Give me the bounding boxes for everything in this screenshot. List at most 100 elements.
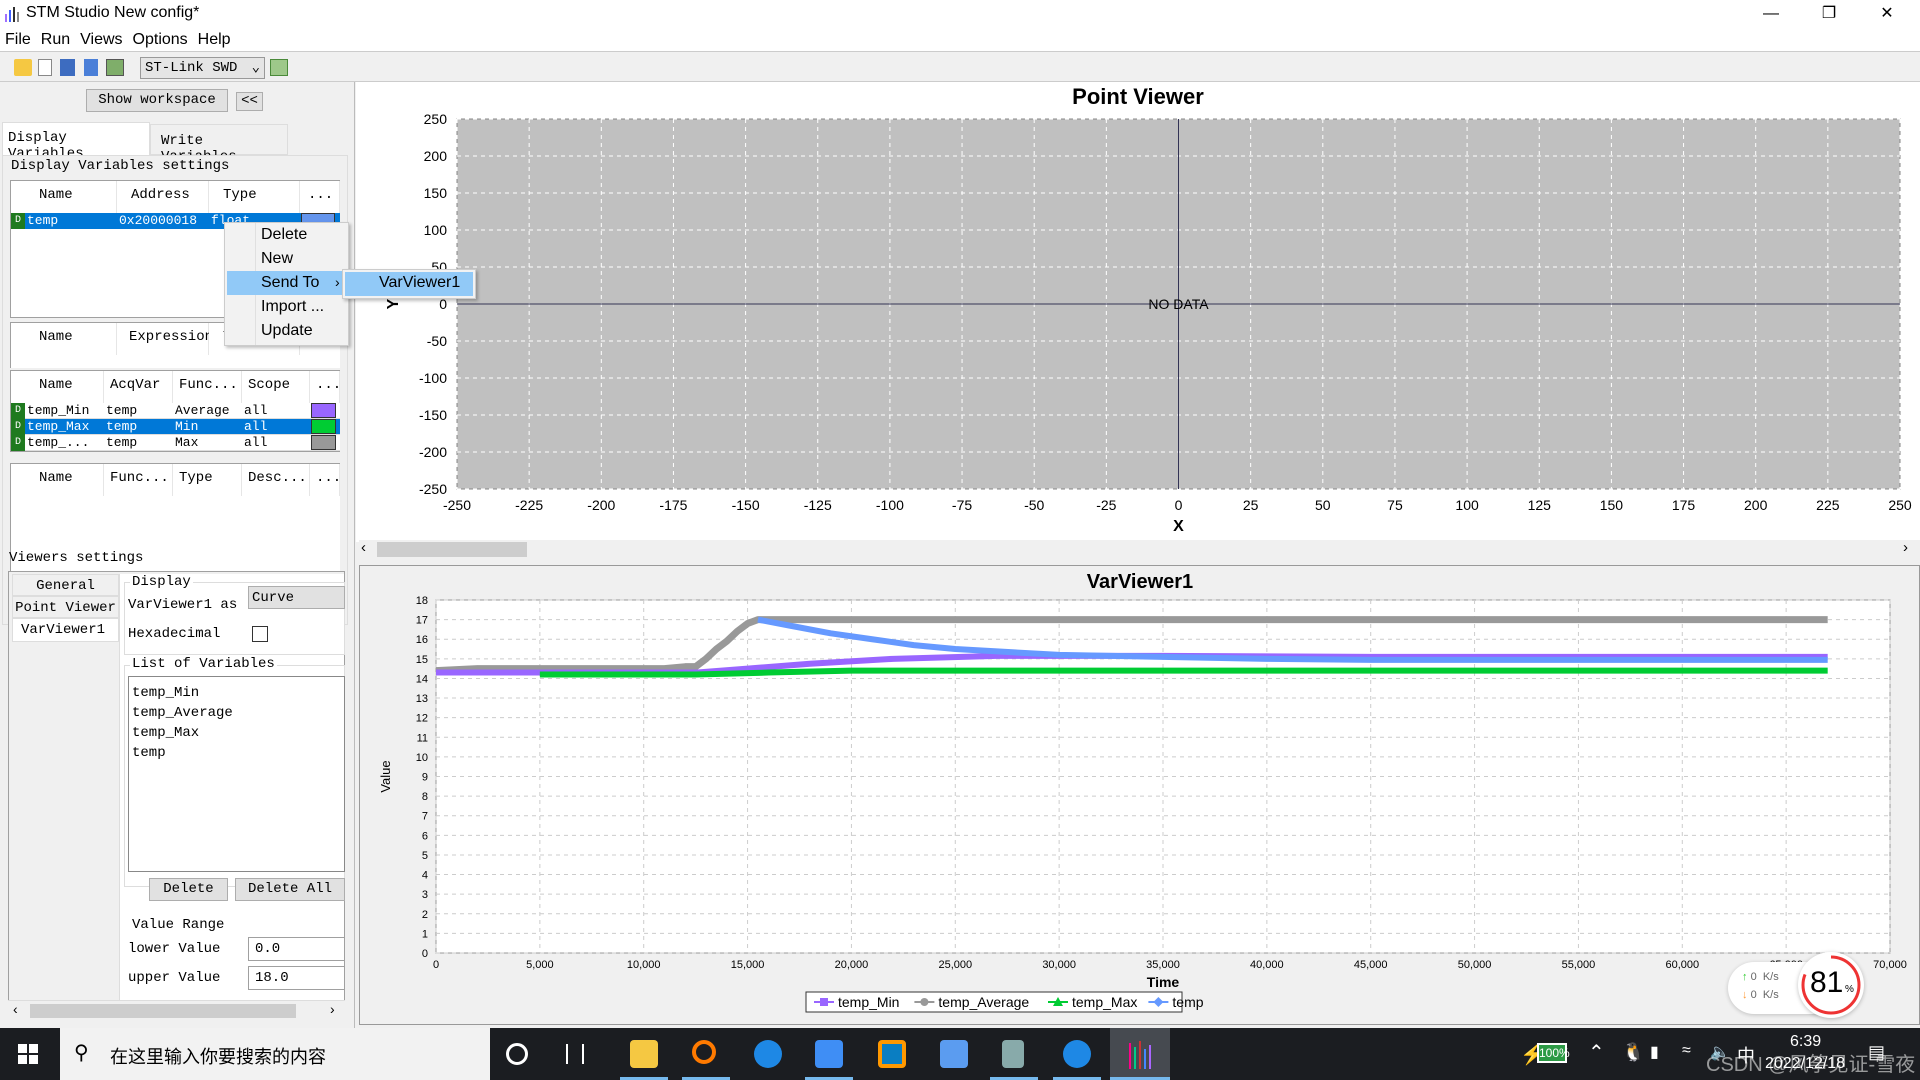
- device-icon[interactable]: ▮: [1650, 1042, 1659, 1062]
- no-data-message: NO DATA: [1148, 296, 1209, 312]
- display-badge: D: [11, 435, 25, 451]
- menu-run[interactable]: Run: [36, 28, 75, 49]
- menu-item-new[interactable]: New: [261, 250, 293, 268]
- y-tick-label: 14: [416, 673, 428, 685]
- tab-display-variables[interactable]: Display Variables: [2, 122, 150, 162]
- y-tick-label: 100: [424, 222, 448, 238]
- list-item[interactable]: temp_Min: [132, 683, 233, 703]
- search-placeholder: 在这里输入你要搜索的内容: [110, 1047, 326, 1067]
- menu-item-import[interactable]: Import ...: [261, 298, 324, 316]
- upper-value-input[interactable]: 18.0: [248, 966, 345, 990]
- qq-icon[interactable]: 🐧: [1622, 1042, 1644, 1063]
- viewer-tab-point-viewer[interactable]: Point Viewer: [12, 596, 119, 618]
- edge-icon-2[interactable]: [1063, 1040, 1091, 1068]
- menu-item-delete[interactable]: Delete: [261, 226, 307, 244]
- table-row[interactable]: Dtemp_Max temp Min all: [11, 419, 340, 435]
- horizontal-scrollbar[interactable]: ‹ ›: [8, 1000, 345, 1020]
- col-expression[interactable]: Expression: [117, 323, 213, 355]
- windows-start-icon[interactable]: [18, 1044, 38, 1064]
- scroll-right-icon[interactable]: ›: [1903, 539, 1908, 556]
- close-icon[interactable]: ✕: [1858, 0, 1916, 28]
- export-icon[interactable]: [106, 59, 124, 76]
- menu-options[interactable]: Options: [128, 28, 193, 49]
- lower-value-input[interactable]: 0.0: [248, 937, 345, 961]
- col-name[interactable]: Name: [25, 181, 117, 213]
- menu-views[interactable]: Views: [75, 28, 127, 49]
- stm-studio-taskbar-button[interactable]: [1110, 1028, 1170, 1080]
- search-app-icon[interactable]: [692, 1040, 716, 1064]
- list-item[interactable]: temp_Max: [132, 723, 233, 743]
- hexadecimal-checkbox[interactable]: [252, 626, 268, 642]
- col-desc[interactable]: Desc...: [242, 464, 310, 496]
- variables-list[interactable]: temp_Min temp_Average temp_Max temp: [128, 676, 345, 872]
- connection-select[interactable]: ST-Link SWD ⌄: [140, 57, 265, 79]
- col-type[interactable]: Type: [173, 464, 242, 496]
- title-bar: STM Studio New config* — ❐ ✕: [0, 0, 1920, 28]
- collapse-button[interactable]: <<: [236, 92, 263, 111]
- edge-icon[interactable]: [754, 1040, 782, 1068]
- menu-item-update[interactable]: Update: [261, 322, 313, 340]
- restore-icon[interactable]: ❐: [1800, 0, 1858, 28]
- delete-all-button[interactable]: Delete All: [235, 878, 345, 901]
- varviewer1-chart[interactable]: VarViewer1 0 5,000 10,000 15,000 20,000 25,000…: [359, 565, 1920, 1025]
- menu-item-send-to[interactable]: Send To: [261, 274, 319, 292]
- scrollbar-thumb[interactable]: [377, 542, 527, 557]
- point-viewer-scrollbar[interactable]: ‹ ›: [359, 539, 1920, 558]
- display-as-select[interactable]: Curve: [248, 586, 345, 609]
- viewer-tab-general[interactable]: General: [12, 574, 119, 596]
- color-swatch[interactable]: [311, 435, 336, 450]
- wifi-icon[interactable]: ≈: [1682, 1042, 1691, 1060]
- point-viewer-chart[interactable]: Point Viewer-250 -225 -200 -175 -150 -125 -100…: [356, 82, 1920, 542]
- scroll-right-icon[interactable]: ›: [330, 1001, 335, 1017]
- cloud-pro-icon[interactable]: [940, 1040, 968, 1068]
- notification-icon[interactable]: ▤: [1868, 1042, 1885, 1063]
- remote-icon[interactable]: [878, 1040, 906, 1068]
- save-as-icon[interactable]: [60, 59, 75, 76]
- col-more[interactable]: ...: [310, 371, 341, 403]
- table-row[interactable]: Dtemp_Min temp Average all: [11, 403, 340, 419]
- taskbar-search[interactable]: ⚲ 在这里输入你要搜索的内容: [60, 1028, 490, 1080]
- col-scope[interactable]: Scope: [242, 371, 310, 403]
- scroll-left-icon[interactable]: ‹: [13, 1001, 18, 1017]
- open-folder-icon[interactable]: [14, 59, 32, 76]
- col-name[interactable]: Name: [25, 371, 104, 403]
- save-icon[interactable]: [84, 59, 98, 76]
- col-acqvar[interactable]: AcqVar: [104, 371, 173, 403]
- show-workspace-button[interactable]: Show workspace: [86, 89, 228, 112]
- cortana-icon[interactable]: [506, 1043, 528, 1065]
- y-tick-label: 16: [416, 634, 428, 646]
- scrollbar-thumb[interactable]: [30, 1004, 296, 1018]
- cpu-usage-gauge[interactable]: 81 %: [1798, 952, 1864, 1018]
- cloud-app-icon[interactable]: [815, 1040, 843, 1068]
- col-type[interactable]: Type: [209, 181, 300, 213]
- col-more[interactable]: ...: [310, 464, 341, 496]
- chevron-up-icon[interactable]: ⌃: [1588, 1040, 1605, 1065]
- y-tick-label: -150: [419, 407, 447, 423]
- col-address[interactable]: Address: [117, 181, 209, 213]
- col-name[interactable]: Name: [25, 323, 117, 355]
- new-file-icon[interactable]: [38, 59, 52, 76]
- minimize-icon[interactable]: —: [1742, 0, 1800, 28]
- col-name[interactable]: Name: [25, 464, 104, 496]
- tab-write-variables[interactable]: Write Variables: [150, 124, 288, 165]
- col-more[interactable]: ...: [300, 181, 340, 213]
- menu-help[interactable]: Help: [193, 28, 236, 49]
- task-view-icon[interactable]: [566, 1044, 584, 1064]
- list-item[interactable]: temp: [132, 743, 233, 763]
- color-swatch[interactable]: [311, 403, 336, 418]
- col-func[interactable]: Func...: [104, 464, 173, 496]
- battery-indicator[interactable]: 100%: [1537, 1043, 1570, 1063]
- scroll-left-icon[interactable]: ‹: [361, 539, 366, 556]
- table-row[interactable]: Dtemp_... temp Max all: [11, 435, 340, 451]
- color-swatch[interactable]: [311, 419, 336, 434]
- y-axis-label: Y: [385, 298, 402, 309]
- file-explorer-icon[interactable]: [630, 1040, 658, 1068]
- menu-file[interactable]: File: [0, 28, 36, 49]
- delete-button[interactable]: Delete: [149, 878, 228, 901]
- viewer-tab-varviewer1[interactable]: VarViewer1: [12, 618, 119, 642]
- calculator-icon[interactable]: [1002, 1040, 1024, 1068]
- table-icon[interactable]: [270, 59, 288, 76]
- list-item[interactable]: temp_Average: [132, 703, 233, 723]
- col-func[interactable]: Func...: [173, 371, 242, 403]
- menu-item-varviewer1[interactable]: VarViewer1: [345, 272, 473, 296]
